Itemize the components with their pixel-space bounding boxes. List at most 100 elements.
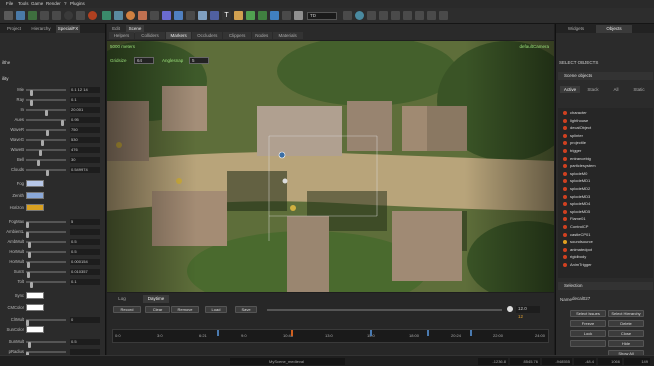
face-icon[interactable] [138, 11, 147, 20]
property-slider[interactable] [26, 341, 66, 348]
list-item[interactable]: splinter [561, 133, 651, 139]
menu-plugins[interactable]: Plugins [70, 1, 85, 6]
property-slider[interactable] [26, 99, 66, 106]
time-value-field[interactable]: 12.0 [516, 306, 540, 313]
image-icon[interactable] [198, 11, 207, 20]
property-slider[interactable] [26, 281, 66, 288]
terrain-icon[interactable] [102, 11, 111, 20]
tab-daytime[interactable]: Daytime [143, 295, 169, 303]
property-slider[interactable] [26, 251, 66, 258]
property-value-field[interactable]: 0.5 [70, 249, 100, 255]
property-slider[interactable] [26, 139, 66, 146]
list-item[interactable]: entrancebig [561, 156, 651, 162]
subtab-occluders[interactable]: Occluders [192, 32, 223, 39]
list-item[interactable]: splodeMD2 [561, 186, 651, 192]
subtab-clippers[interactable]: Clippers [223, 32, 251, 39]
save-button[interactable]: Save [235, 306, 257, 313]
color-swatch[interactable] [26, 204, 44, 211]
brush-icon[interactable] [114, 11, 123, 20]
layers-icon[interactable] [246, 11, 255, 20]
property-slider[interactable] [26, 129, 66, 136]
property-value-field[interactable]: 0.1 [70, 279, 100, 285]
list-item[interactable]: lighthouse [561, 118, 651, 124]
list-item[interactable]: Flame01 [561, 216, 651, 222]
settings-icon[interactable] [343, 11, 352, 20]
list-item[interactable]: splodeMD4 [561, 201, 651, 207]
menu-file[interactable]: File [6, 1, 13, 6]
list-item[interactable]: animatedpot [561, 247, 651, 253]
slider-knob[interactable] [29, 282, 33, 288]
property-slider[interactable] [26, 231, 66, 238]
property-slider[interactable] [26, 241, 66, 248]
filter-tab-stack[interactable]: Stack [583, 86, 603, 93]
camera-icon[interactable] [150, 11, 159, 20]
angle-snap-field[interactable]: 5 [189, 57, 209, 64]
list-item[interactable]: AnimTrigger [561, 262, 651, 268]
globe-icon[interactable] [355, 11, 364, 20]
list-item[interactable]: particlesystem [561, 163, 651, 169]
hide-button[interactable]: Hide [608, 340, 644, 347]
property-value-field[interactable]: 0.000154 [70, 259, 100, 265]
property-slider[interactable] [26, 319, 66, 326]
tree-icon[interactable] [258, 11, 267, 20]
filter-tab-all[interactable]: All [606, 86, 626, 93]
list-item[interactable]: castleCP01 [561, 232, 651, 238]
snap-icon[interactable] [367, 11, 376, 20]
color-swatch[interactable] [26, 292, 44, 299]
new-icon[interactable] [4, 11, 13, 20]
color-swatch[interactable] [26, 326, 44, 333]
lock-button[interactable]: Lock [570, 330, 606, 337]
paint-icon[interactable] [234, 11, 243, 20]
record-icon[interactable] [88, 11, 97, 20]
local-icon[interactable] [439, 11, 448, 20]
water-icon[interactable] [270, 11, 279, 20]
mesh-icon[interactable] [186, 11, 195, 20]
property-value-field[interactable]: 530 [70, 137, 100, 143]
color-swatch[interactable] [26, 304, 44, 311]
tab-log[interactable]: Log [113, 295, 131, 303]
color-swatch[interactable] [26, 192, 44, 199]
scale-icon[interactable] [403, 11, 412, 20]
filter-tab-active[interactable]: Active [560, 86, 580, 93]
property-value-field[interactable]: 0.1 [70, 97, 100, 103]
sphere-icon[interactable] [126, 11, 135, 20]
subtab-materials[interactable]: Materials [272, 32, 303, 39]
menu-render[interactable]: Render [46, 1, 61, 6]
scene-viewport[interactable]: 5000 meters defaultCamera Gridsize 64 An… [107, 41, 554, 292]
open-icon[interactable] [16, 11, 25, 20]
cube-icon[interactable] [162, 11, 171, 20]
keyframe-marker[interactable] [291, 330, 294, 336]
subtab-helpers[interactable]: Helpers [109, 32, 134, 39]
blank-button[interactable] [570, 340, 606, 347]
list-item[interactable]: splodeM0 [561, 171, 651, 177]
property-value-field[interactable]: 0.1 12 14 [70, 87, 100, 93]
keyframe-marker[interactable] [369, 330, 372, 336]
list-item[interactable]: splodeMD3 [561, 194, 651, 200]
property-slider[interactable] [26, 221, 66, 228]
subtab-nodes[interactable]: Nodes [252, 32, 272, 39]
property-slider[interactable] [26, 271, 66, 278]
property-value-field[interactable]: 5 [70, 219, 100, 225]
time-slider-track[interactable] [267, 309, 502, 311]
play-icon[interactable] [64, 11, 73, 20]
clear-button[interactable]: Clear [145, 306, 170, 313]
property-value-field[interactable]: 0.5 [70, 239, 100, 245]
property-value-field[interactable]: 0.5 [70, 339, 100, 345]
list-item[interactable]: ControlCP [561, 224, 651, 230]
remove-button[interactable]: Remove [171, 306, 199, 313]
list-item[interactable]: rigidbody [561, 254, 651, 260]
rotate-icon[interactable] [391, 11, 400, 20]
property-value-field[interactable]: 0.010357 [70, 269, 100, 275]
undo-icon[interactable] [40, 11, 49, 20]
property-slider[interactable] [26, 119, 66, 126]
light-icon[interactable] [210, 11, 219, 20]
keyframe-marker[interactable] [426, 330, 429, 336]
list-item[interactable]: splodeMD5 [561, 209, 651, 215]
property-slider[interactable] [26, 89, 66, 96]
tab-objects[interactable]: Objects [596, 25, 632, 33]
menu-help[interactable]: ? [64, 1, 67, 6]
selection-header[interactable]: Selection [558, 282, 653, 290]
text-icon[interactable]: T [222, 11, 231, 20]
keyframe-marker[interactable] [216, 330, 219, 336]
tab-project[interactable]: Project [2, 25, 26, 33]
